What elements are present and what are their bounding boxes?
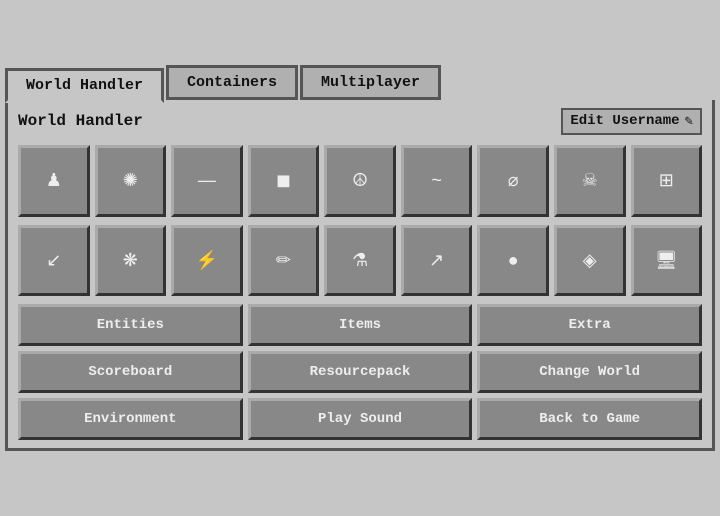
scoreboard-button[interactable]: Scoreboard (18, 351, 243, 393)
panel: World Handler Edit Username ✎ ♟ ✺ — ◼ ☮ … (5, 100, 715, 451)
change-world-button[interactable]: Change World (477, 351, 702, 393)
icon-btn-0-4[interactable]: ☮ (324, 145, 396, 217)
icon-btn-1-0[interactable]: ↙ (18, 225, 90, 297)
tab-row: World Handler Containers Multiplayer (5, 65, 715, 100)
panel-header: World Handler Edit Username ✎ (18, 108, 702, 135)
tab-containers[interactable]: Containers (166, 65, 298, 100)
main-container: World Handler Containers Multiplayer Wor… (0, 0, 720, 516)
environment-button[interactable]: Environment (18, 398, 243, 440)
icon-btn-0-7[interactable]: ☠ (554, 145, 626, 217)
icon-btn-1-1[interactable]: ❋ (95, 225, 167, 297)
play-sound-button[interactable]: Play Sound (248, 398, 473, 440)
icon-grid-row1: ♟ ✺ — ◼ ☮ ~ ⌀ ☠ ⊞ (18, 145, 702, 217)
icon-btn-0-2[interactable]: — (171, 145, 243, 217)
icon-btn-1-5[interactable]: ↗ (401, 225, 473, 297)
icon-btn-1-8[interactable]: 🖥 (631, 225, 703, 297)
resourcepack-button[interactable]: Resourcepack (248, 351, 473, 393)
pencil-icon: ✎ (685, 113, 693, 130)
icon-btn-0-5[interactable]: ~ (401, 145, 473, 217)
action-grid-row2: Scoreboard Resourcepack Change World (18, 351, 702, 393)
action-grid-row1: Entities Items Extra (18, 304, 702, 346)
panel-inner: World Handler Edit Username ✎ ♟ ✺ — ◼ ☮ … (8, 100, 712, 448)
tab-world-handler[interactable]: World Handler (5, 68, 164, 103)
icon-btn-0-3[interactable]: ◼ (248, 145, 320, 217)
icon-btn-0-6[interactable]: ⌀ (477, 145, 549, 217)
icon-btn-0-0[interactable]: ♟ (18, 145, 90, 217)
icon-btn-1-7[interactable]: ◈ (554, 225, 626, 297)
back-to-game-button[interactable]: Back to Game (477, 398, 702, 440)
tab-multiplayer[interactable]: Multiplayer (300, 65, 441, 100)
icon-btn-1-2[interactable]: ⚡ (171, 225, 243, 297)
panel-title: World Handler (18, 112, 143, 130)
icon-grid-row2: ↙ ❋ ⚡ ✏ ⚗ ↗ ● ◈ 🖥 (18, 225, 702, 297)
icon-btn-0-8[interactable]: ⊞ (631, 145, 703, 217)
extra-button[interactable]: Extra (477, 304, 702, 346)
icon-btn-1-6[interactable]: ● (477, 225, 549, 297)
items-button[interactable]: Items (248, 304, 473, 346)
icon-btn-0-1[interactable]: ✺ (95, 145, 167, 217)
edit-username-label: Edit Username (570, 113, 679, 129)
icon-btn-1-3[interactable]: ✏ (248, 225, 320, 297)
edit-username-button[interactable]: Edit Username ✎ (561, 108, 702, 135)
entities-button[interactable]: Entities (18, 304, 243, 346)
action-grid-row3: Environment Play Sound Back to Game (18, 398, 702, 440)
icon-btn-1-4[interactable]: ⚗ (324, 225, 396, 297)
